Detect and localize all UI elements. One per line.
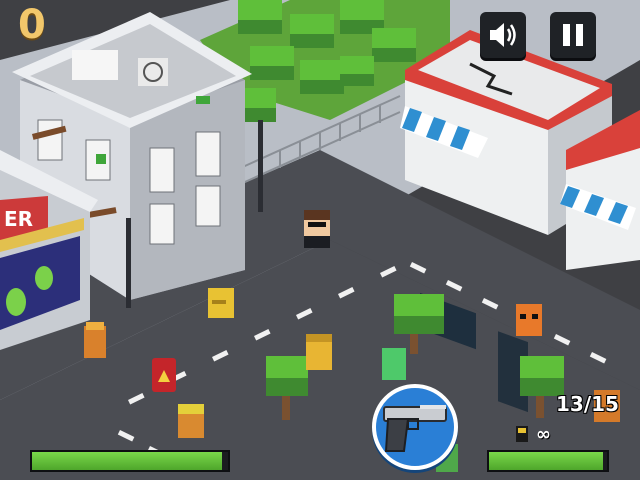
zombie-orange-right — [516, 304, 542, 336]
street-lamp — [258, 120, 263, 212]
reserve-ammo-infinite: ∞ — [536, 424, 551, 445]
health-bar-fill — [32, 452, 223, 470]
reload-bar-fill — [489, 452, 604, 470]
pistol-icon — [383, 405, 447, 452]
zombie-bottom — [178, 404, 204, 438]
ammo-counter: 13/15 — [556, 392, 619, 416]
pause-button[interactable] — [550, 12, 596, 58]
player-health-bar — [30, 450, 230, 472]
zombie-yellow — [208, 288, 234, 318]
weapon-reload-bar — [487, 450, 609, 472]
game-viewport[interactable]: ER 0 13/15 ∞ — [0, 0, 640, 480]
city-scene: ER — [0, 0, 640, 480]
zombie-orange-left — [84, 322, 106, 358]
weapon-switch-button[interactable] — [372, 384, 458, 470]
zombie-cap — [306, 334, 332, 370]
sound-toggle-button[interactable] — [480, 12, 526, 58]
ammo-pickup — [516, 426, 528, 442]
player-character — [304, 210, 330, 248]
score-counter: 0 — [18, 2, 46, 48]
zombie-green — [382, 348, 406, 380]
explosive-barrel — [152, 358, 176, 392]
speaker-icon — [490, 23, 516, 47]
pause-icon — [563, 24, 583, 46]
storefront-sign-text: ER — [4, 207, 33, 231]
